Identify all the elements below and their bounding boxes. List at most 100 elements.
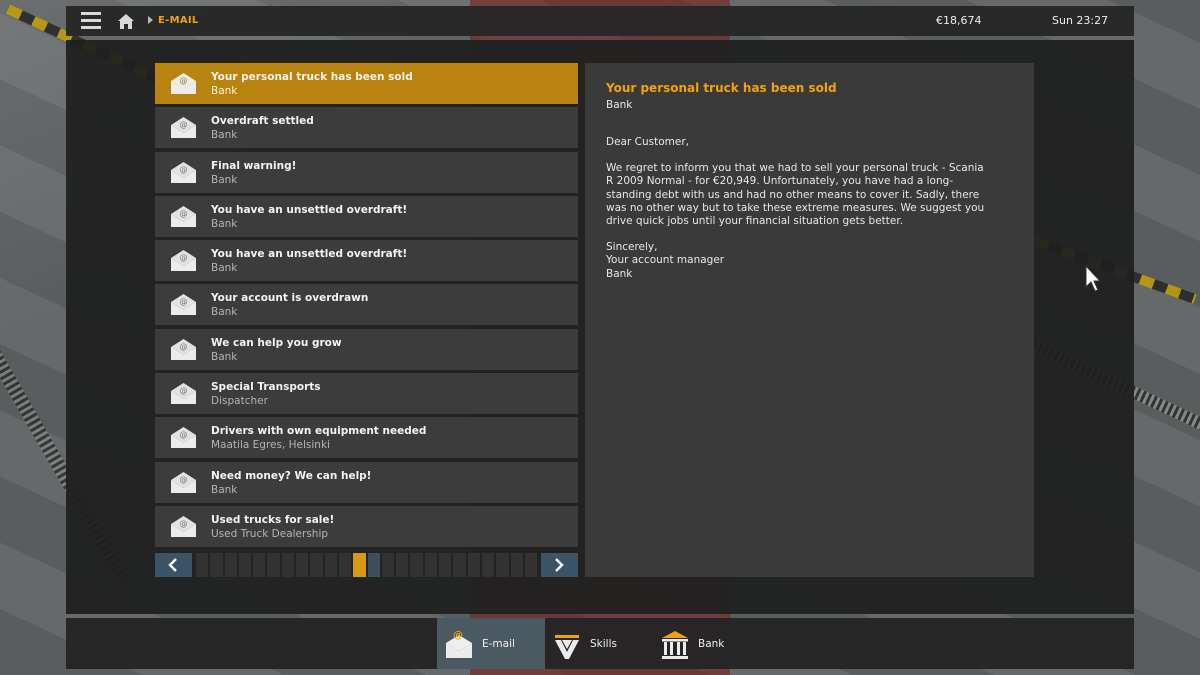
page-cell[interactable] [196, 553, 209, 577]
svg-text:@: @ [180, 342, 188, 351]
reader-subject: Your personal truck has been sold [606, 81, 837, 95]
mail-subject: Need money? We can help! [211, 469, 372, 482]
mail-sender: Bank [211, 217, 238, 230]
mail-item[interactable]: @ Overdraft settled Bank [155, 107, 578, 149]
mail-sender: Bank [211, 173, 238, 186]
svg-text:@: @ [180, 76, 188, 85]
mail-list: @ Your personal truck has been sold Bank… [155, 63, 578, 550]
skills-icon [555, 635, 579, 659]
mail-sender: Maatila Egres, Helsinki [211, 439, 330, 452]
page-cell[interactable] [281, 553, 295, 577]
mail-subject: You have an unsettled overdraft! [211, 203, 408, 216]
top-bar: E-MAIL €18,674 Sun 23:27 [66, 6, 1134, 36]
mail-subject: Your personal truck has been sold [211, 71, 413, 83]
page-cell[interactable] [381, 553, 395, 577]
envelope-icon: @ [171, 161, 196, 183]
email-icon: @ [446, 630, 472, 658]
svg-text:@: @ [453, 630, 463, 641]
svg-text:@: @ [180, 386, 188, 395]
reader-signature: Bank [606, 267, 633, 280]
page-cell[interactable] [496, 553, 509, 577]
mail-subject: Used trucks for sale! [211, 513, 335, 526]
envelope-icon: @ [171, 294, 196, 316]
money-display: €18,674 [936, 14, 982, 27]
mail-pager [155, 553, 578, 578]
page-cell[interactable] [439, 553, 452, 577]
page-cell[interactable] [310, 553, 323, 577]
page-cell[interactable] [253, 553, 266, 577]
previous-page-button[interactable] [155, 553, 192, 577]
envelope-icon: @ [171, 383, 196, 405]
page-cell[interactable] [338, 553, 352, 577]
mail-subject: Final warning! [211, 159, 297, 172]
page-cell[interactable] [238, 553, 252, 577]
bottom-nav: @ E-mail Skills Bank [66, 618, 1134, 669]
chevron-left-icon [168, 558, 177, 572]
svg-text:@: @ [180, 253, 188, 262]
page-cell[interactable] [410, 553, 423, 577]
envelope-icon: @ [171, 515, 196, 537]
mail-subject: Special Transports [211, 381, 321, 394]
mail-sender: Bank [211, 306, 238, 319]
mouse-cursor-icon [1085, 265, 1101, 292]
reader-greeting: Dear Customer, [606, 136, 689, 148]
home-icon[interactable] [117, 13, 135, 30]
page-cell[interactable] [453, 553, 466, 577]
reader-signature: Your account manager [606, 254, 725, 267]
chevron-right-icon [555, 558, 564, 572]
svg-text:@: @ [180, 297, 188, 306]
svg-text:@: @ [180, 120, 188, 129]
mail-item[interactable]: @ Your personal truck has been sold Bank [155, 63, 578, 104]
page-cell[interactable] [481, 553, 495, 577]
page-cell[interactable] [510, 553, 523, 577]
page-cell[interactable] [467, 553, 480, 577]
mail-item[interactable]: @ We can help you grow Bank [155, 328, 578, 370]
mail-sender: Bank [211, 262, 238, 275]
mail-item[interactable]: @ Final warning! Bank [155, 151, 578, 193]
mail-item[interactable]: @ Your account is overdrawn Bank [155, 284, 578, 326]
mail-sender: Dispatcher [211, 395, 268, 408]
page-cell[interactable] [210, 553, 223, 577]
page-cell[interactable] [396, 553, 409, 577]
svg-text:@: @ [180, 519, 188, 528]
mail-item[interactable]: @ Special Transports Dispatcher [155, 373, 578, 415]
mail-subject: We can help you grow [211, 336, 342, 349]
bank-icon [662, 631, 688, 659]
page-cell[interactable] [524, 553, 538, 577]
next-page-button[interactable] [541, 553, 578, 577]
mail-item[interactable]: @ Need money? We can help! Bank [155, 461, 578, 503]
reader-closing: Sincerely, [606, 241, 658, 254]
menu-icon[interactable] [81, 12, 101, 30]
page-cell[interactable] [224, 553, 237, 577]
email-panel: @ Your personal truck has been sold Bank… [66, 40, 1134, 614]
mail-item[interactable]: @ You have an unsettled overdraft! Bank [155, 195, 578, 237]
mail-subject: You have an unsettled overdraft! [211, 248, 408, 261]
mail-subject: Your account is overdrawn [211, 292, 369, 305]
mail-item[interactable]: @ Drivers with own equipment needed Maat… [155, 417, 578, 459]
envelope-icon: @ [171, 117, 196, 139]
breadcrumb-arrow-icon [148, 16, 153, 24]
mail-subject: Drivers with own equipment needed [211, 425, 427, 438]
page-cell[interactable] [267, 553, 280, 577]
mail-subject: Overdraft settled [211, 115, 314, 128]
tab-label: Bank [698, 638, 725, 650]
mail-item[interactable]: @ You have an unsettled overdraft! Bank [155, 240, 578, 282]
page-cell[interactable] [296, 553, 309, 577]
page-indicator [196, 553, 538, 577]
tab-skills[interactable]: Skills [545, 618, 653, 669]
page-cell[interactable] [367, 553, 380, 577]
mail-sender: Bank [211, 350, 238, 363]
mail-item[interactable]: @ Used trucks for sale! Used Truck Deale… [155, 505, 578, 547]
tab-label: Skills [590, 638, 617, 650]
tab-email[interactable]: @ E-mail [437, 618, 545, 669]
tab-bank[interactable]: Bank [653, 618, 761, 669]
page-cell[interactable] [353, 553, 366, 577]
tab-label: E-mail [482, 638, 515, 650]
page-cell[interactable] [324, 553, 337, 577]
svg-text:@: @ [180, 165, 188, 174]
page-cell[interactable] [424, 553, 438, 577]
reader-body: Dear Customer, We regret to inform you t… [606, 136, 991, 281]
envelope-icon: @ [171, 205, 196, 227]
svg-text:@: @ [180, 430, 188, 439]
svg-text:@: @ [180, 209, 188, 218]
